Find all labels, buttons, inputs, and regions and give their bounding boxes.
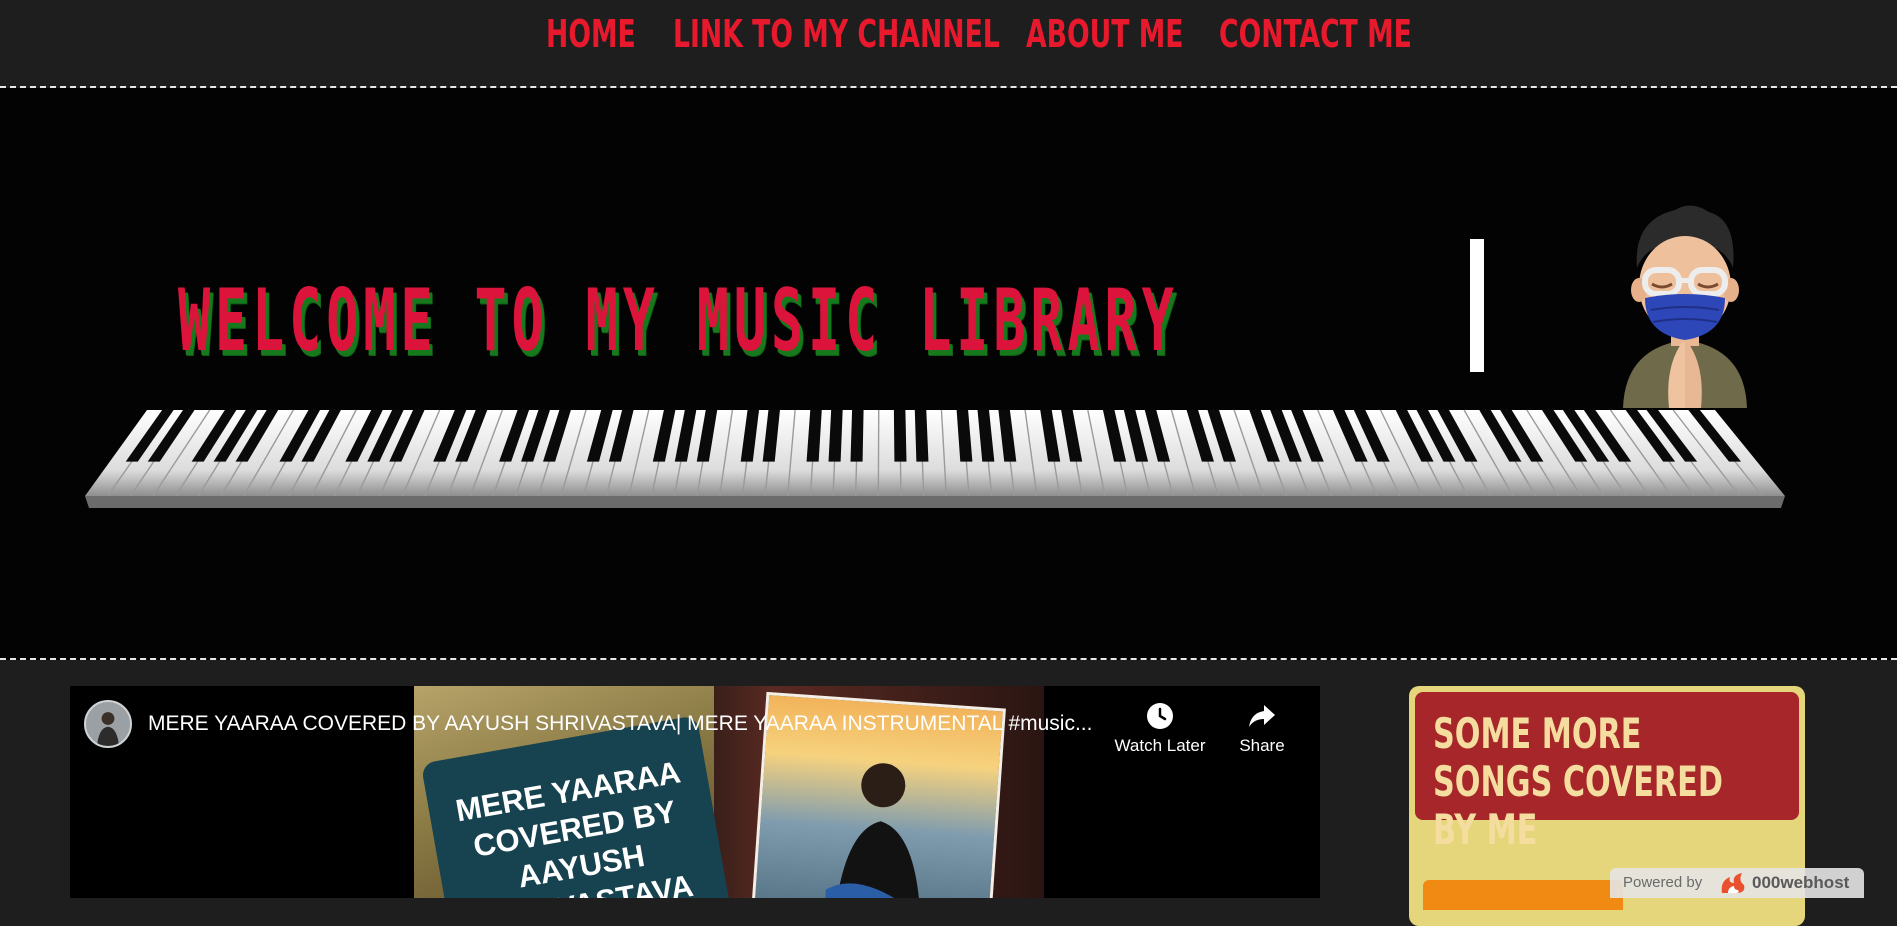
sidebar-song-button[interactable]: [1423, 880, 1623, 910]
clock-icon: [1146, 702, 1174, 730]
piano-black-key: [915, 410, 929, 462]
nav-link-home[interactable]: HOME: [546, 12, 636, 56]
video-title[interactable]: MERE YAARAA COVERED BY AAYUSH SHRIVASTAV…: [148, 712, 1098, 736]
sidebar-header: SOME MORE SONGS COVERED BY ME: [1415, 692, 1799, 820]
watch-later-label: Watch Later: [1114, 736, 1205, 755]
piano-black-key: [894, 410, 907, 462]
powered-by-label: Powered by: [1623, 874, 1702, 891]
nav-link-about[interactable]: ABOUT ME: [1026, 12, 1184, 56]
typing-cursor: [1470, 239, 1484, 372]
sidebar-title: SOME MORE SONGS COVERED BY ME: [1433, 710, 1769, 854]
watch-later-button[interactable]: Watch Later: [1105, 702, 1215, 756]
hero-banner: WELCOME TO MY MUSIC LIBRARY: [0, 88, 1897, 660]
memoji-avatar: [1605, 198, 1765, 408]
nav-link-contact[interactable]: CONTACT ME: [1219, 12, 1412, 56]
hero-title: WELCOME TO MY MUSIC LIBRARY: [178, 271, 1179, 371]
powered-by-badge[interactable]: Powered by 000webhost: [1610, 868, 1864, 898]
piano-black-key: [850, 410, 863, 462]
share-button[interactable]: Share: [1207, 702, 1317, 756]
piano-keyboard-image: [85, 396, 1785, 516]
top-navigation: HOME LINK TO MY CHANNEL ABOUT ME CONTACT…: [0, 0, 1897, 88]
youtube-video-embed[interactable]: MERE YAARAA COVERED BY AAYUSH SHRIVASTAV…: [70, 686, 1320, 898]
share-label: Share: [1239, 736, 1284, 755]
channel-avatar[interactable]: [84, 700, 132, 748]
powered-by-brand: 000webhost: [1752, 873, 1849, 893]
fire-logo-icon: [1718, 871, 1748, 895]
share-arrow-icon: [1247, 702, 1277, 730]
nav-link-channel[interactable]: LINK TO MY CHANNEL: [673, 12, 1000, 56]
